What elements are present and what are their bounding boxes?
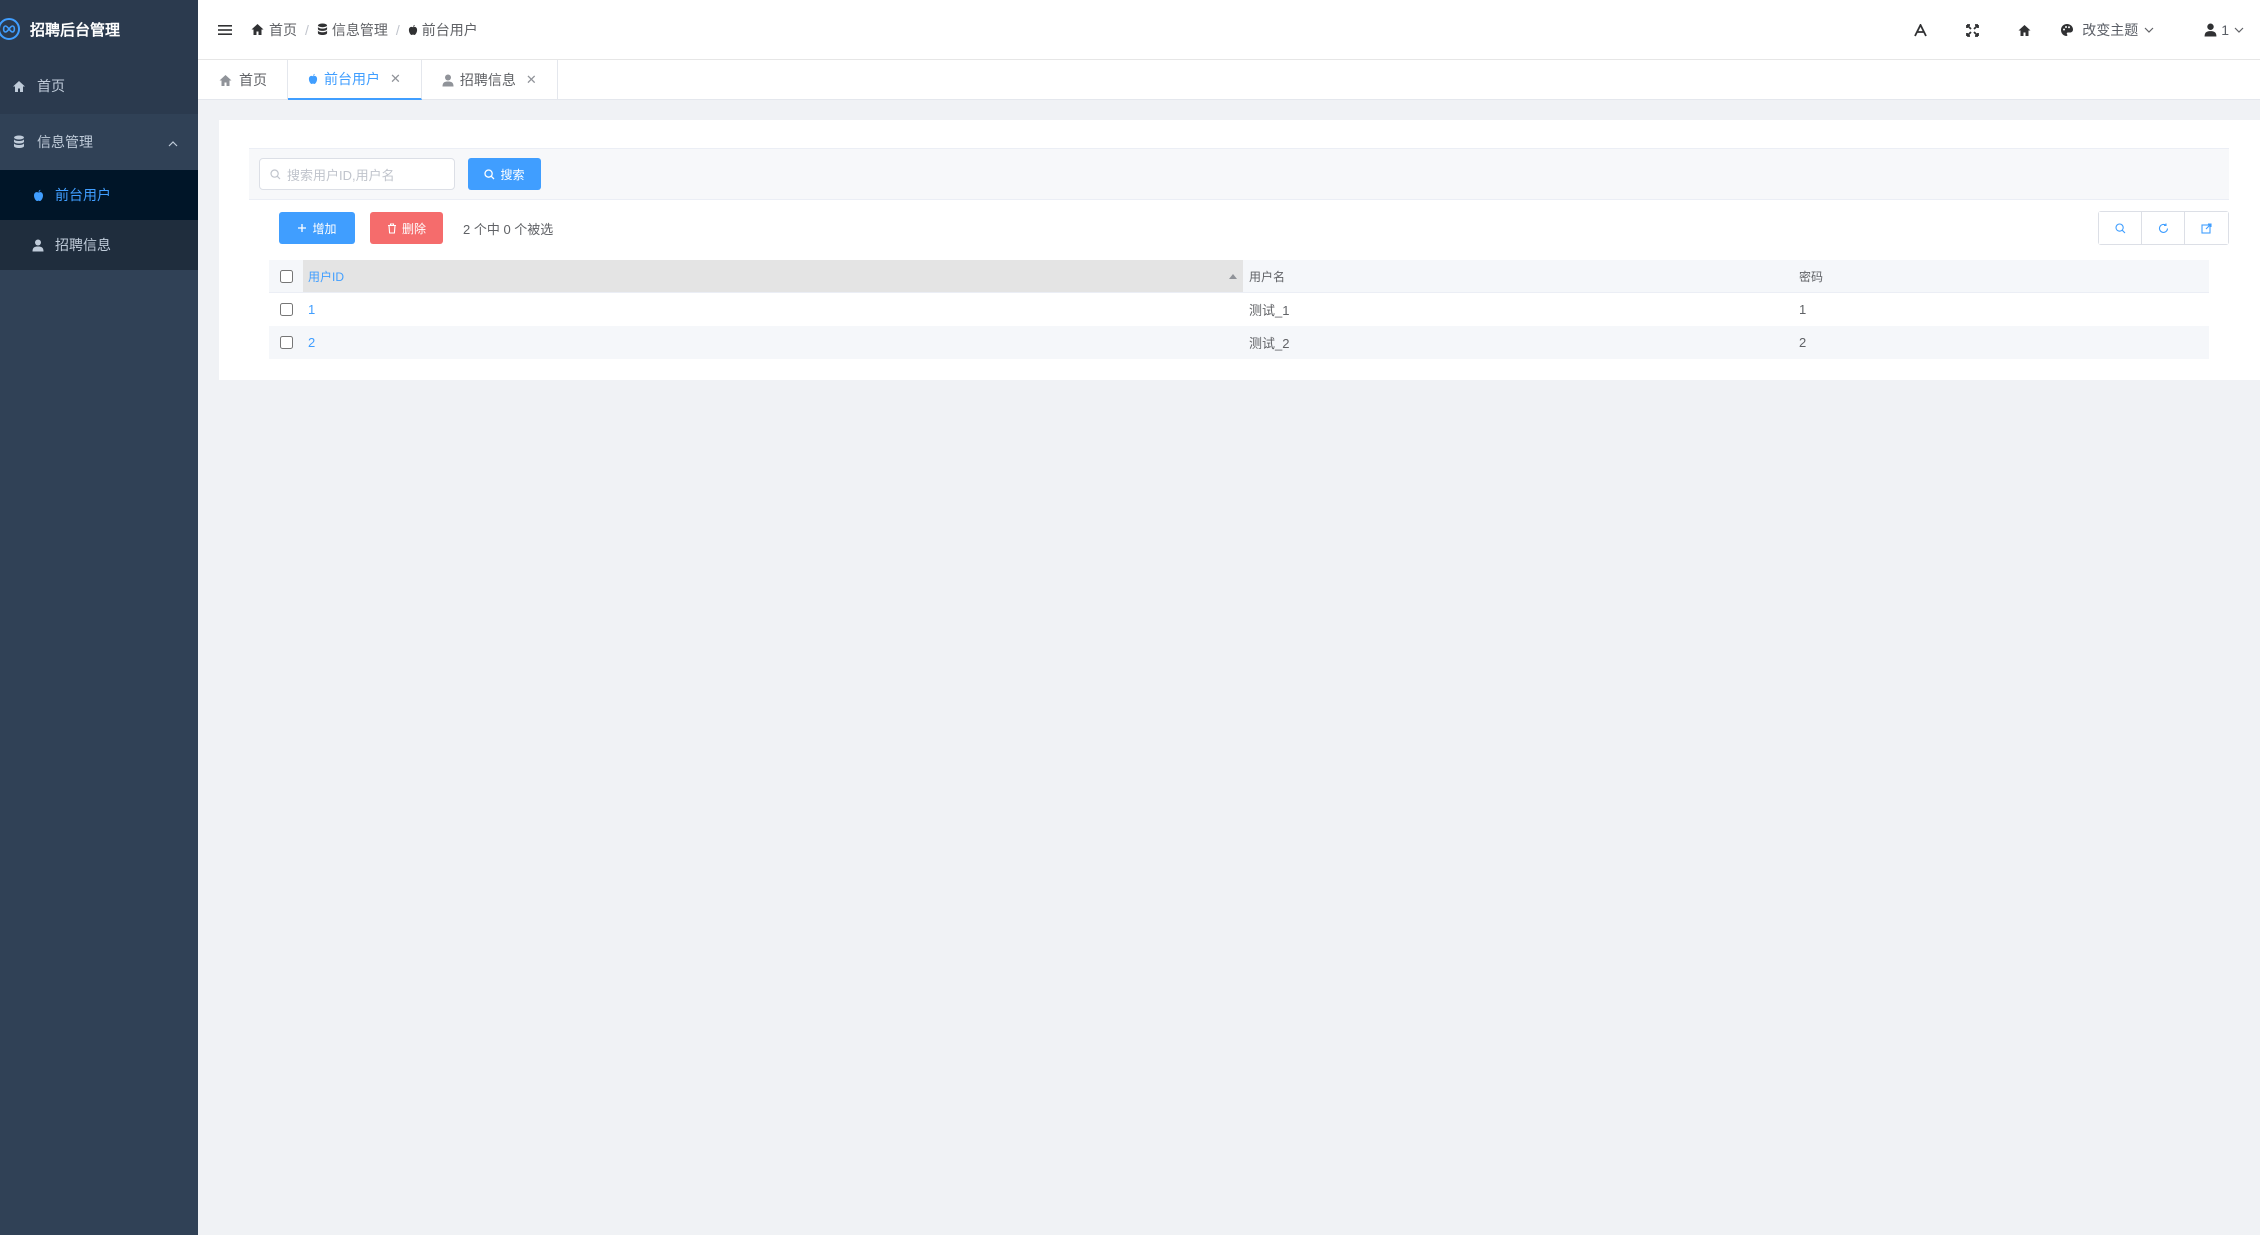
breadcrumb-item-info-management[interactable]: 信息管理 [317, 20, 388, 40]
user-icon [442, 74, 454, 87]
row-checkbox-cell [269, 303, 303, 316]
search-icon [484, 168, 495, 180]
column-header-username[interactable]: 用户名 [1243, 268, 1793, 285]
user-dropdown[interactable]: 1 [2204, 22, 2244, 38]
add-button[interactable]: 增加 [279, 212, 355, 244]
toggle-search-icon[interactable] [2099, 212, 2142, 244]
select-all-checkbox[interactable] [279, 269, 293, 283]
tab-label: 前台用户 [324, 71, 380, 87]
tab-frontend-users[interactable]: 前台用户 ✕ [288, 60, 422, 100]
home-icon [218, 74, 233, 87]
home-icon [250, 23, 265, 36]
cell-username: 测试_1 [1249, 303, 1290, 318]
table-tools [2098, 211, 2229, 245]
table-toolbar: 增加 删除 2 个中 0 个被选 [279, 211, 2229, 245]
search-input[interactable]: 搜索用户ID,用户名 [259, 158, 455, 190]
tab-job-info[interactable]: 招聘信息 ✕ [422, 60, 558, 100]
database-icon [11, 134, 27, 150]
row-checkbox[interactable] [279, 303, 293, 316]
theme-dropdown[interactable]: 改变主题 [2060, 20, 2154, 40]
content-card: 搜索用户ID,用户名 搜索 增加 删除 2 个中 0 个被选 用户ID 用户名 … [219, 120, 2260, 380]
cell-password: 1 [1799, 302, 1807, 317]
search-bar: 搜索用户ID,用户名 搜索 [249, 148, 2229, 200]
tags-view: 首页 前台用户 ✕ 招聘信息 ✕ [198, 60, 2260, 100]
cell-username: 测试_2 [1249, 336, 1290, 351]
home-icon [11, 78, 27, 94]
sidebar-submenu: 前台用户 招聘信息 [0, 170, 198, 270]
search-button[interactable]: 搜索 [468, 158, 541, 190]
tab-label: 招聘信息 [459, 72, 516, 88]
cell-user-id[interactable]: 1 [303, 293, 1243, 326]
export-icon[interactable] [2185, 212, 2228, 244]
sidebar-item-home[interactable]: 首页 [0, 58, 198, 114]
sidebar-item-label: 前台用户 [55, 187, 111, 203]
table-row: 1 测试_1 1 [269, 293, 2209, 326]
fullscreen-icon[interactable] [1946, 0, 1998, 60]
column-header-password[interactable]: 密码 [1793, 268, 2209, 285]
sidebar-item-frontend-users[interactable]: 前台用户 [0, 170, 198, 220]
column-header-user-id[interactable]: 用户ID [303, 260, 1243, 292]
refresh-icon[interactable] [2142, 212, 2185, 244]
apple-icon [308, 73, 318, 85]
breadcrumb-separator: / [395, 21, 400, 38]
hamburger-icon[interactable] [216, 21, 234, 39]
font-size-icon[interactable] [1894, 0, 1946, 60]
tab-label: 首页 [239, 72, 267, 88]
logo[interactable]: 招聘后台管理 [0, 0, 198, 58]
table-header-row: 用户ID 用户名 密码 [269, 260, 2209, 293]
apple-icon [408, 24, 418, 36]
sidebar-item-job-info[interactable]: 招聘信息 [0, 220, 198, 270]
selection-info: 2 个中 0 个被选 [463, 221, 554, 237]
search-placeholder: 搜索用户ID,用户名 [287, 167, 395, 183]
breadcrumb: 首页 / 信息管理 / 前台用户 [250, 20, 478, 40]
sidebar-item-label: 首页 [37, 78, 65, 94]
sidebar-item-info-management[interactable]: 信息管理 [0, 114, 198, 170]
close-icon[interactable]: ✕ [390, 71, 401, 87]
cell-password: 2 [1799, 335, 1807, 350]
row-checkbox[interactable] [279, 336, 293, 349]
select-all-checkbox-cell [269, 269, 303, 283]
palette-icon [2060, 23, 2074, 37]
search-icon [270, 168, 281, 180]
navbar: 首页 / 信息管理 / 前台用户 改变主题 1 [198, 0, 2260, 60]
table-row: 2 测试_2 2 [269, 326, 2209, 359]
user-name: 1 [2221, 22, 2229, 38]
breadcrumb-separator: / [305, 21, 309, 38]
navbar-right: 改变主题 1 [1894, 0, 2260, 60]
home-icon[interactable] [1998, 0, 2050, 60]
chevron-up-icon [168, 134, 178, 150]
sidebar: 招聘后台管理 首页 信息管理 前台用户 招聘信息 [0, 0, 198, 1235]
sidebar-item-label: 招聘信息 [55, 237, 111, 253]
cell-user-id[interactable]: 2 [303, 326, 1243, 359]
plus-icon [297, 223, 307, 233]
user-icon [31, 238, 45, 252]
chevron-down-icon [2144, 27, 2154, 33]
tab-home[interactable]: 首页 [198, 60, 288, 100]
infinity-logo-icon [0, 18, 20, 40]
trash-icon [387, 222, 397, 234]
apple-icon [31, 188, 45, 202]
sidebar-item-label: 信息管理 [37, 134, 93, 150]
close-icon[interactable]: ✕ [526, 72, 537, 88]
chevron-down-icon [2234, 27, 2244, 33]
breadcrumb-item-frontend-users: 前台用户 [408, 20, 478, 40]
users-table: 用户ID 用户名 密码 1 测试_1 1 2 测试_2 2 [269, 260, 2209, 359]
user-icon [2204, 23, 2217, 37]
delete-button[interactable]: 删除 [370, 212, 443, 244]
sort-ascending-icon[interactable] [1229, 274, 1237, 279]
database-icon [317, 23, 328, 36]
row-checkbox-cell [269, 336, 303, 349]
theme-label: 改变主题 [2082, 22, 2139, 38]
breadcrumb-item-home[interactable]: 首页 [250, 20, 297, 40]
app-title: 招聘后台管理 [30, 21, 121, 39]
